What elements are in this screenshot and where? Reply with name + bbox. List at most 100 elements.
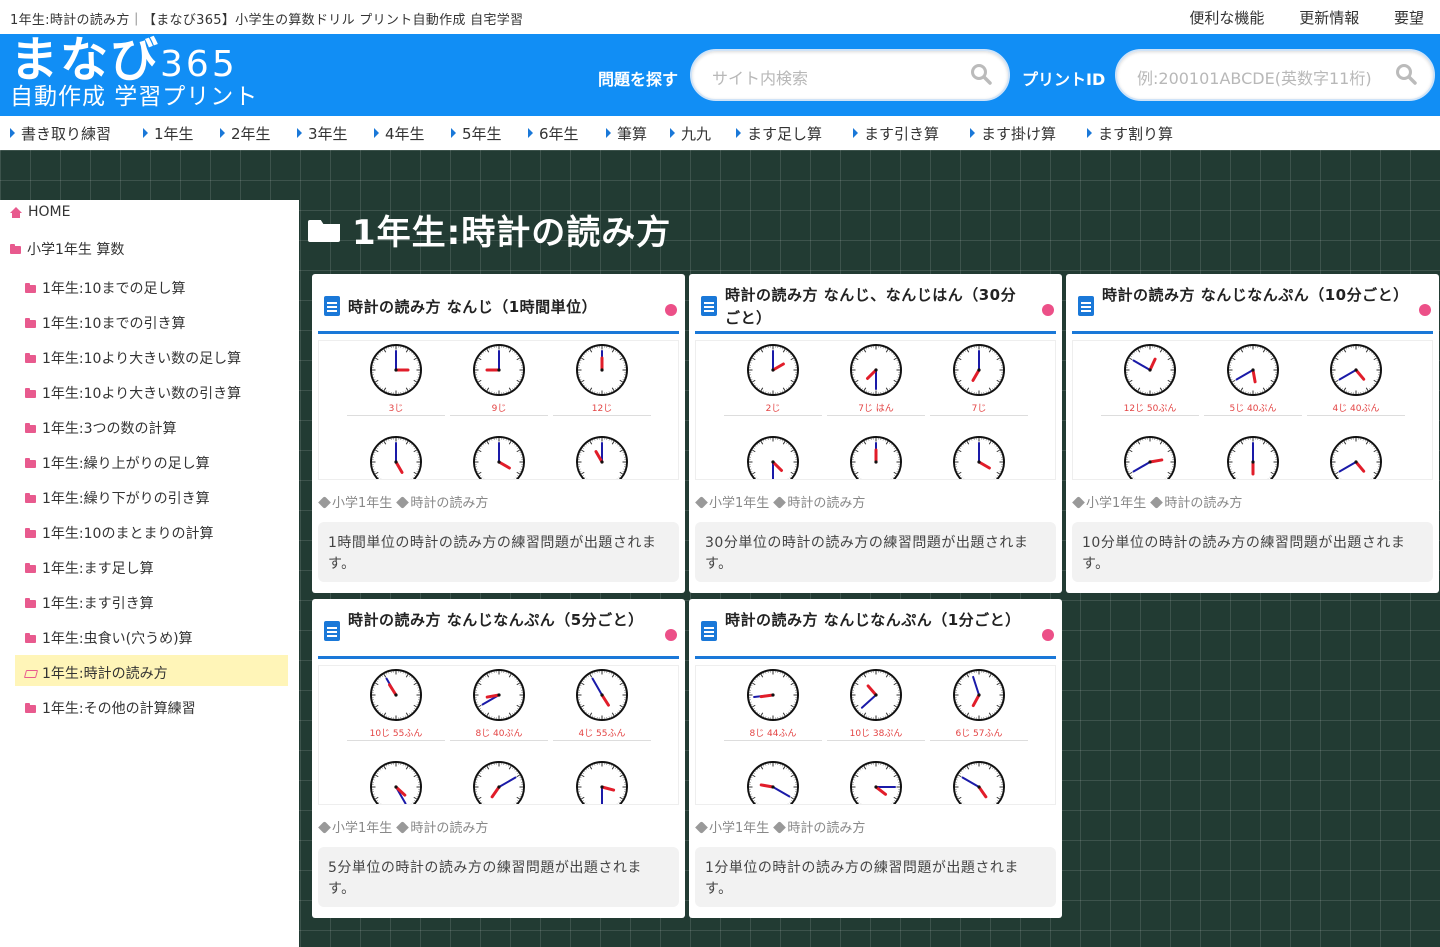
nav-item[interactable]: 3年生 xyxy=(297,123,348,144)
logo-main: まなび xyxy=(10,32,161,88)
card-title[interactable]: 時計の読み方 なんじなんぷん（10分ごと） xyxy=(1102,284,1408,307)
worksheet-card[interactable]: 時計の読み方 なんじなんぷん（10分ごと） 12じ 50ぷん 5じ 40ぷん 4じ 4… xyxy=(1066,274,1439,593)
triangle-right-icon xyxy=(853,128,858,138)
sidebar-item[interactable]: 1年生:繰り下がりの引き算 xyxy=(25,484,210,516)
worksheet-card[interactable]: 時計の読み方 なんじなんぷん（1分ごと） 8じ 44ふん 10じ 38ぷん 6じ 57… xyxy=(689,599,1062,918)
site-header: まなび365 自動作成 学習プリント 問題を探す サイト内検索 プリントID 例… xyxy=(0,34,1440,116)
nav-item[interactable]: 6年生 xyxy=(528,123,579,144)
sidebar-home-label: HOME xyxy=(28,204,71,220)
nav-item[interactable]: 4年生 xyxy=(374,123,425,144)
clock-face xyxy=(747,344,799,396)
tag-grade[interactable]: 小学1年生 xyxy=(332,496,392,511)
sidebar-item[interactable]: 1年生:ます足し算 xyxy=(25,554,154,586)
triangle-right-icon xyxy=(970,128,975,138)
nav-item[interactable]: 書き取り練習 xyxy=(10,123,111,144)
tag-grade[interactable]: 小学1年生 xyxy=(709,821,769,836)
sidebar-item[interactable]: 1年生:10のまとまりの計算 xyxy=(25,519,213,551)
sidebar-item[interactable]: 1年生:時計の読み方 xyxy=(15,655,288,686)
folder-icon xyxy=(10,244,21,254)
folder-icon xyxy=(25,283,36,293)
tag-topic[interactable]: 時計の読み方 xyxy=(787,496,865,511)
folder-icon xyxy=(25,388,36,398)
logo-number: 365 xyxy=(160,44,238,85)
answer-label: 12じ xyxy=(591,404,613,414)
answer-label: 4じ 55ふん xyxy=(578,729,626,739)
print-id-label: プリントID xyxy=(1022,70,1106,89)
triangle-right-icon xyxy=(528,128,533,138)
nav-item[interactable]: 筆算 xyxy=(606,123,647,144)
answer-line xyxy=(827,740,925,741)
nav-item[interactable]: 1年生 xyxy=(143,123,194,144)
answer-label: 2じ xyxy=(765,404,781,414)
site-search-input[interactable]: サイト内検索 xyxy=(690,49,1010,101)
tag-icon xyxy=(1150,496,1164,509)
document-icon xyxy=(324,621,340,641)
sidebar-category[interactable]: 小学1年生 算数 xyxy=(10,239,124,271)
search-icon[interactable] xyxy=(970,63,992,85)
nav-item[interactable]: ます足し算 xyxy=(736,123,822,144)
clock-illustration xyxy=(1226,343,1280,401)
link-features[interactable]: 便利な機能 xyxy=(1189,9,1264,27)
title-underline xyxy=(318,331,679,334)
sidebar-item-label: 1年生:繰り上がりの足し算 xyxy=(42,456,210,472)
nav-item[interactable]: 九九 xyxy=(670,123,711,144)
nav-item[interactable]: ます割り算 xyxy=(1087,123,1173,144)
sidebar-item[interactable]: 1年生:その他の計算練習 xyxy=(25,694,196,726)
sidebar-item-label: 1年生:その他の計算練習 xyxy=(42,701,196,717)
nav-item-label: ます掛け算 xyxy=(981,125,1057,143)
nav-item-label: ます足し算 xyxy=(747,125,823,143)
nav-item-label: 1年生 xyxy=(154,125,194,143)
card-title[interactable]: 時計の読み方 なんじ、なんじはん（30分ごと） xyxy=(725,284,1025,330)
worksheet-thumbnail[interactable]: 10じ 55ふん 8じ 40ぷん 4じ 55ふん xyxy=(318,665,679,805)
nav-item[interactable]: 5年生 xyxy=(451,123,502,144)
clock-face xyxy=(953,344,1005,396)
folder-icon xyxy=(25,633,36,643)
clock-illustration xyxy=(575,343,629,401)
clock-face xyxy=(370,669,422,721)
tag-icon xyxy=(773,821,787,834)
card-title[interactable]: 時計の読み方 なんじなんぷん（1分ごと） xyxy=(725,609,1025,632)
worksheet-card[interactable]: 時計の読み方 なんじ（1時間単位） 3じ 9じ 12じ 小学1年生 時計の読み方 1時間単… xyxy=(312,274,685,593)
sidebar-item[interactable]: 1年生:10までの足し算 xyxy=(25,274,185,306)
worksheet-thumbnail[interactable]: 12じ 50ぷん 5じ 40ぷん 4じ 40ぷん xyxy=(1072,340,1433,480)
nav-item[interactable]: ます掛け算 xyxy=(970,123,1056,144)
sidebar-item[interactable]: 1年生:10より大きい数の足し算 xyxy=(25,344,241,376)
card-title[interactable]: 時計の読み方 なんじなんぷん（5分ごと） xyxy=(348,609,648,632)
card-tags: 小学1年生 時計の読み方 xyxy=(318,817,488,836)
clock-illustration xyxy=(849,760,903,804)
nav-item-label: 5年生 xyxy=(462,125,502,143)
title-underline xyxy=(1072,331,1433,334)
sidebar-item-label: 1年生:ます引き算 xyxy=(42,596,154,612)
answer-line xyxy=(724,740,822,741)
sidebar-item[interactable]: 1年生:10より大きい数の引き算 xyxy=(25,379,241,411)
card-title[interactable]: 時計の読み方 なんじ（1時間単位） xyxy=(348,296,648,319)
worksheet-card[interactable]: 時計の読み方 なんじ、なんじはん（30分ごと） 2じ 7じ はん 7じ小学1年生 時計… xyxy=(689,274,1062,593)
tag-topic[interactable]: 時計の読み方 xyxy=(410,821,488,836)
tag-topic[interactable]: 時計の読み方 xyxy=(1164,496,1242,511)
site-logo[interactable]: まなび365 自動作成 学習プリント xyxy=(10,36,258,109)
sidebar-item[interactable]: 1年生:繰り上がりの足し算 xyxy=(25,449,210,481)
link-requests[interactable]: 要望 xyxy=(1394,9,1424,27)
sidebar-item-label: 1年生:3つの数の計算 xyxy=(42,421,177,437)
sidebar-item[interactable]: 1年生:3つの数の計算 xyxy=(25,414,177,446)
tag-topic[interactable]: 時計の読み方 xyxy=(787,821,865,836)
tag-grade[interactable]: 小学1年生 xyxy=(1086,496,1146,511)
worksheet-thumbnail[interactable]: 2じ 7じ はん 7じ xyxy=(695,340,1056,480)
tag-grade[interactable]: 小学1年生 xyxy=(709,496,769,511)
tag-grade[interactable]: 小学1年生 xyxy=(332,821,392,836)
worksheet-thumbnail[interactable]: 3じ 9じ 12じ xyxy=(318,340,679,480)
worksheet-thumbnail[interactable]: 8じ 44ふん 10じ 38ぷん 6じ 57ふん xyxy=(695,665,1056,805)
card-description: 10分単位の時計の読み方の練習問題が出題されます。 xyxy=(1072,522,1433,582)
sidebar-item[interactable]: 1年生:虫食い(穴うめ)算 xyxy=(25,624,193,656)
answer-line xyxy=(450,415,548,416)
nav-item[interactable]: 2年生 xyxy=(220,123,271,144)
tag-topic[interactable]: 時計の読み方 xyxy=(410,496,488,511)
search-icon[interactable] xyxy=(1395,63,1417,85)
sidebar-home[interactable]: HOME xyxy=(10,204,70,236)
link-updates[interactable]: 更新情報 xyxy=(1299,9,1359,27)
worksheet-card[interactable]: 時計の読み方 なんじなんぷん（5分ごと） 10じ 55ふん 8じ 40ぷん 4じ 55… xyxy=(312,599,685,918)
print-id-input[interactable]: 例:200101ABCDE(英数字11桁) xyxy=(1115,49,1435,101)
nav-item[interactable]: ます引き算 xyxy=(853,123,939,144)
sidebar-item[interactable]: 1年生:ます引き算 xyxy=(25,589,154,621)
sidebar-item[interactable]: 1年生:10までの引き算 xyxy=(25,309,185,341)
